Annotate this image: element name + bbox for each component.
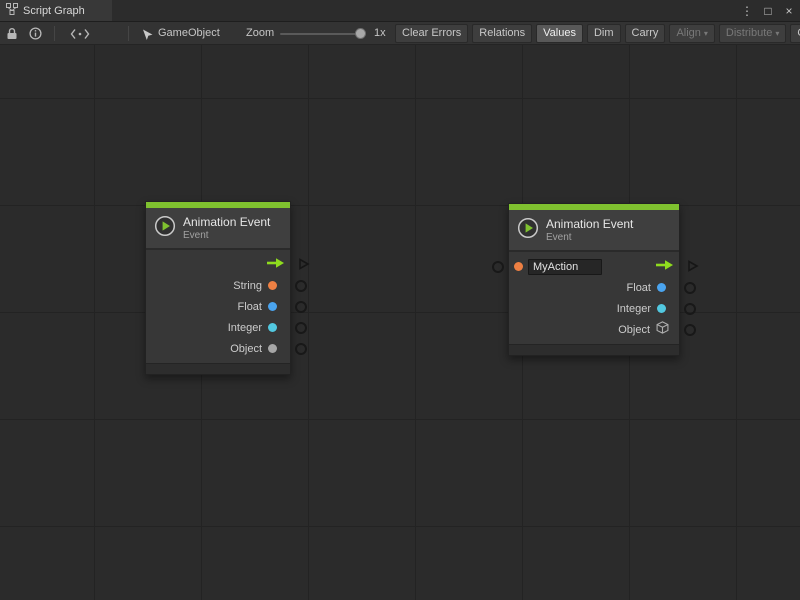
port-label-integer: Integer [617, 303, 651, 315]
align-label: Align [676, 25, 700, 42]
integer-port[interactable] [295, 322, 307, 334]
node-body: Float Integer Object [509, 252, 679, 340]
graph-toolbar: GameObject Zoom 1x Clear Errors Relation… [0, 22, 800, 45]
node-header[interactable]: Animation Event Event [509, 210, 679, 250]
carry-label: Carry [632, 25, 659, 42]
toolbar-buttons: Clear Errors Relations Values Dim Carry … [395, 24, 800, 43]
tab-script-graph[interactable]: Script Graph [0, 0, 112, 21]
float-port[interactable] [684, 282, 696, 294]
float-port-dot [657, 283, 666, 292]
distribute-button[interactable]: Distribute ▾ [719, 24, 786, 43]
chevron-down-icon: ▾ [775, 25, 779, 42]
clear-errors-label: Clear Errors [402, 25, 461, 42]
output-row-integer: Integer [146, 317, 290, 338]
zoom-value: 1x [374, 27, 386, 40]
node-header-text: Animation Event Event [546, 217, 633, 244]
dim-button[interactable]: Dim [587, 24, 621, 43]
output-row-string: String [146, 275, 290, 296]
window-close-icon[interactable]: × [782, 4, 796, 18]
values-button[interactable]: Values [536, 24, 583, 43]
node-animation-event-left[interactable]: Animation Event Event String Float [145, 201, 291, 375]
output-row-integer: Integer [509, 298, 679, 319]
float-port-dot [268, 302, 277, 311]
node-header-text: Animation Event Event [183, 215, 270, 242]
name-input-row [509, 256, 679, 277]
carry-button[interactable]: Carry [625, 24, 666, 43]
object-cube-icon [656, 321, 669, 339]
node-subtitle: Event [183, 230, 270, 242]
chevron-down-icon: ▾ [704, 25, 708, 42]
flow-output-row [146, 254, 290, 275]
zoom-slider-track[interactable] [280, 33, 366, 35]
integer-port-dot [657, 304, 666, 313]
relations-label: Relations [479, 25, 525, 42]
graph-canvas[interactable]: Animation Event Event String Float [0, 45, 800, 600]
window-menu-icon[interactable]: ⋮ [740, 4, 754, 18]
object-port[interactable] [684, 324, 696, 336]
flow-arrow-icon [265, 256, 285, 274]
node-body: String Float Integer Object [146, 250, 290, 359]
output-row-float: Float [146, 296, 290, 317]
toolbar-separator [54, 26, 55, 41]
relations-button[interactable]: Relations [472, 24, 532, 43]
port-label-float: Float [627, 282, 651, 294]
integer-port[interactable] [684, 303, 696, 315]
flow-port-triangle[interactable] [687, 260, 699, 272]
port-label-float: Float [238, 301, 262, 313]
event-play-icon [154, 215, 176, 242]
port-label-object: Object [618, 324, 650, 336]
align-button[interactable]: Align ▾ [669, 24, 714, 43]
object-port-dot [268, 344, 277, 353]
clear-errors-button[interactable]: Clear Errors [395, 24, 468, 43]
port-label-object: Object [230, 343, 262, 355]
output-row-float: Float [509, 277, 679, 298]
node-footer [509, 344, 679, 355]
string-port[interactable] [295, 280, 307, 292]
flow-arrow-icon [654, 258, 674, 276]
distribute-label: Distribute [726, 25, 772, 42]
values-label: Values [543, 25, 576, 42]
name-port-dot [514, 262, 523, 271]
gameobject-icon [142, 28, 153, 45]
dim-label: Dim [594, 25, 614, 42]
integer-port-dot [268, 323, 277, 332]
tab-title: Script Graph [23, 5, 85, 17]
event-name-input[interactable] [528, 259, 602, 275]
output-row-object: Object [509, 319, 679, 340]
event-play-icon [517, 217, 539, 244]
port-label-string: String [233, 280, 262, 292]
zoom-slider-handle[interactable] [355, 28, 366, 39]
window-titlebar: Script Graph ⋮ □ × [0, 0, 800, 22]
toolbar-separator [128, 26, 129, 41]
gameobject-label[interactable]: GameObject [158, 27, 220, 40]
node-title: Animation Event [183, 215, 270, 230]
window-controls: ⋮ □ × [740, 0, 796, 21]
node-header[interactable]: Animation Event Event [146, 208, 290, 248]
code-view-icon[interactable] [70, 27, 90, 45]
node-footer [146, 363, 290, 374]
string-port-dot [268, 281, 277, 290]
info-icon[interactable] [29, 27, 42, 45]
name-input-port[interactable] [492, 261, 504, 273]
lock-icon[interactable] [6, 27, 18, 45]
object-port[interactable] [295, 343, 307, 355]
script-graph-icon [6, 3, 18, 18]
overview-button[interactable]: Overv [790, 24, 800, 43]
float-port[interactable] [295, 301, 307, 313]
zoom-label: Zoom [246, 27, 274, 40]
port-label-integer: Integer [228, 322, 262, 334]
node-animation-event-right[interactable]: Animation Event Event Float [508, 203, 680, 356]
node-subtitle: Event [546, 232, 633, 244]
node-title: Animation Event [546, 217, 633, 232]
output-row-object: Object [146, 338, 290, 359]
window-maximize-icon[interactable]: □ [761, 4, 775, 18]
flow-port-triangle[interactable] [298, 258, 310, 270]
